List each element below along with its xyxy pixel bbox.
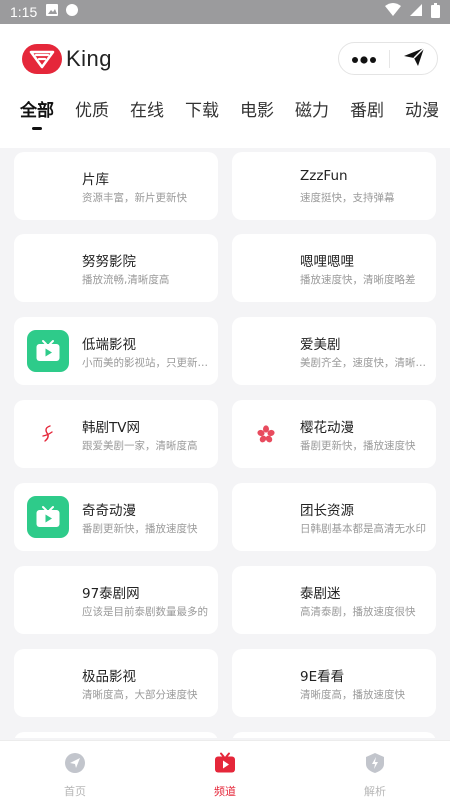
script-logo-icon	[27, 413, 69, 455]
channel-title: 9E看看	[300, 669, 345, 685]
app-header: King 全部 优质 在线 下载 电影 磁力 番剧 动漫	[0, 24, 450, 148]
app-name: King	[66, 46, 113, 71]
channel-title: 努努影院	[82, 254, 136, 270]
channel-card[interactable]: 低端影视 小而美的影视站，只更新高分影视	[14, 317, 218, 385]
channel-card[interactable]: 9E看看 清晰度高，播放速度快	[232, 649, 436, 717]
channel-icon	[245, 579, 287, 621]
channel-icon	[27, 247, 69, 289]
channel-desc: 番剧更新快，播放速度快	[82, 523, 198, 535]
channel-title: 韩剧TV网	[82, 420, 140, 436]
channel-desc: 高清泰剧，播放速度很快	[300, 606, 416, 618]
channel-desc: 清晰度高，播放速度快	[300, 689, 405, 701]
channel-card[interactable]: 极品影视 清晰度高，大部分速度快	[14, 649, 218, 717]
channel-card[interactable]: 奇奇动漫 番剧更新快，播放速度快	[14, 483, 218, 551]
circle-notification-icon	[65, 3, 79, 21]
channel-card[interactable]: 努努影院 播放流畅,清晰度高	[14, 234, 218, 302]
channel-title: 奇奇动漫	[82, 503, 136, 519]
tv-icon	[27, 496, 69, 538]
channel-card[interactable]: 泰剧迷 高清泰剧，播放速度很快	[232, 566, 436, 634]
channel-icon	[245, 247, 287, 289]
channel-title: 泰剧迷	[300, 586, 341, 602]
nav-home-label: 首页	[64, 785, 86, 798]
more-dots-icon	[351, 49, 377, 68]
channel-desc: 日韩剧基本都是高清无水印	[300, 523, 426, 535]
channel-desc: 速度挺快，支持弹幕	[300, 192, 395, 204]
tab-bangumi[interactable]: 番剧	[350, 98, 384, 130]
more-button[interactable]	[339, 43, 389, 74]
battery-icon	[431, 2, 440, 22]
channel-card[interactable]: 韩剧TV网 跟爱美剧一家，清晰度高	[14, 400, 218, 468]
nav-parse-label: 解析	[364, 785, 386, 798]
nav-parse[interactable]: 解析	[300, 741, 450, 800]
share-button[interactable]	[390, 43, 437, 74]
channel-title: 团长资源	[300, 503, 354, 519]
shield-bolt-icon	[364, 752, 386, 778]
app-logo: King	[22, 44, 112, 74]
channel-desc: 番剧更新快，播放速度快	[300, 440, 416, 452]
channel-desc: 资源丰富，新片更新快	[82, 192, 187, 204]
status-bar: 1:15	[0, 0, 450, 24]
channel-card[interactable]: 爱美剧 美剧齐全，速度快，清晰度高	[232, 317, 436, 385]
channel-title: ZzzFun	[300, 168, 348, 184]
channel-card[interactable]: 樱花动漫 番剧更新快，播放速度快	[232, 400, 436, 468]
category-tabs: 全部 优质 在线 下载 电影 磁力 番剧 动漫	[20, 98, 442, 138]
sakura-icon	[245, 413, 287, 455]
tab-online[interactable]: 在线	[130, 98, 164, 130]
nav-home[interactable]: 首页	[0, 741, 150, 800]
image-icon	[45, 3, 59, 21]
channel-card[interactable]: 片库 资源丰富，新片更新快	[14, 152, 218, 220]
channel-icon	[27, 165, 69, 207]
wifi-icon	[385, 3, 401, 21]
channel-icon	[245, 330, 287, 372]
tv-icon	[27, 330, 69, 372]
channel-icon	[27, 579, 69, 621]
signal-icon	[409, 3, 423, 21]
capsule-menu	[338, 42, 438, 75]
channel-desc: 清晰度高，大部分速度快	[82, 689, 198, 701]
bottom-nav: 首页 频道 解析	[0, 740, 450, 800]
channel-icon	[245, 662, 287, 704]
tab-anime[interactable]: 动漫	[405, 98, 439, 130]
channel-card[interactable]: 嗯哩嗯哩 播放速度快，清晰度略差	[232, 234, 436, 302]
channel-desc: 美剧齐全，速度快，清晰度高	[300, 357, 428, 369]
tab-magnet[interactable]: 磁力	[295, 98, 329, 130]
channel-card[interactable]: 团长资源 日韩剧基本都是高清无水印	[232, 483, 436, 551]
channel-title: 97泰剧网	[82, 586, 140, 602]
channel-title: 片库	[82, 172, 109, 188]
logo-icon	[22, 44, 62, 74]
channel-grid: 片库 资源丰富，新片更新快 ZzzFun 速度挺快，支持弹幕 努努影院 播放流畅…	[0, 148, 450, 738]
channel-icon	[27, 662, 69, 704]
nav-channel-label: 频道	[214, 785, 236, 798]
tv-icon	[214, 752, 236, 778]
channel-desc: 跟爱美剧一家，清晰度高	[82, 440, 198, 452]
send-icon	[403, 46, 425, 71]
channel-card[interactable]	[14, 732, 218, 738]
status-time: 1:15	[10, 4, 38, 20]
channel-title: 极品影视	[82, 669, 136, 685]
tab-all[interactable]: 全部	[20, 98, 54, 130]
channel-card[interactable]: ZzzFun 速度挺快，支持弹幕	[232, 152, 436, 220]
tab-quality[interactable]: 优质	[75, 98, 109, 130]
channel-desc: 小而美的影视站，只更新高分影视	[82, 357, 210, 369]
channel-title: 樱花动漫	[300, 420, 354, 436]
tab-movie[interactable]: 电影	[240, 98, 274, 130]
nav-channel[interactable]: 频道	[150, 741, 300, 800]
channel-title: 嗯哩嗯哩	[300, 254, 354, 270]
channel-desc: 播放速度快，清晰度略差	[300, 274, 416, 286]
channel-card[interactable]: 97泰剧网 应该是目前泰剧数量最多的	[14, 566, 218, 634]
compass-icon	[64, 752, 86, 778]
channel-desc: 播放流畅,清晰度高	[82, 274, 170, 286]
channel-desc: 应该是目前泰剧数量最多的	[82, 606, 208, 618]
channel-title: 爱美剧	[300, 337, 341, 353]
channel-icon	[245, 165, 287, 207]
channel-card[interactable]	[232, 732, 436, 738]
channel-icon	[245, 496, 287, 538]
channel-title: 低端影视	[82, 337, 136, 353]
tab-download[interactable]: 下载	[185, 98, 219, 130]
